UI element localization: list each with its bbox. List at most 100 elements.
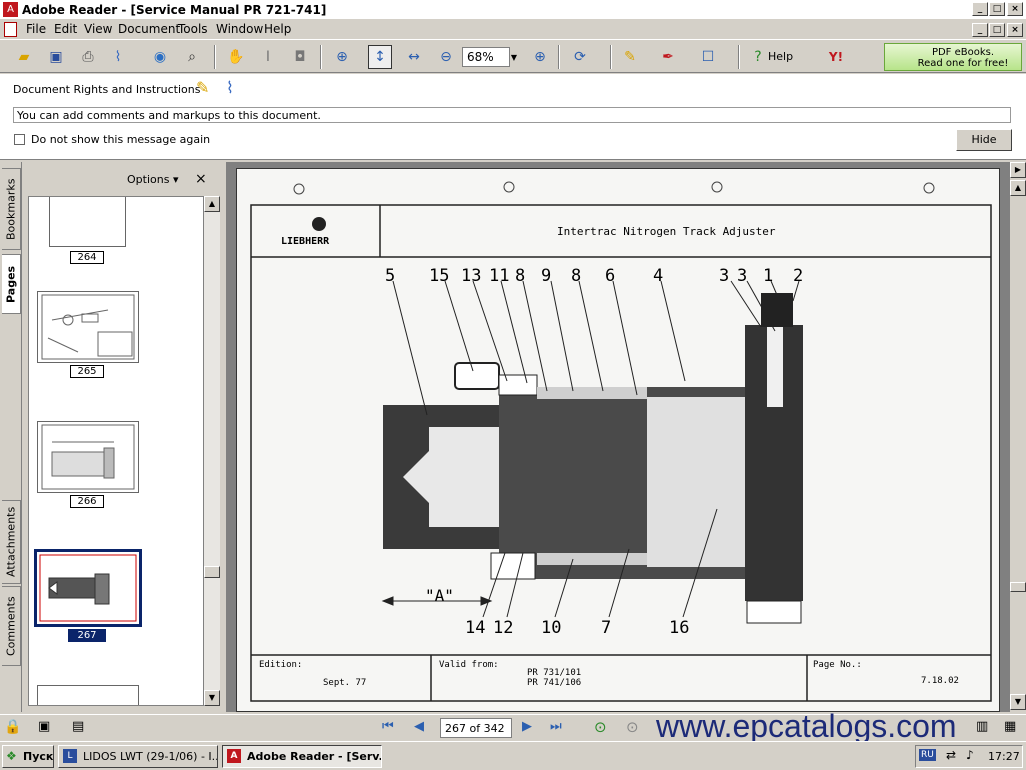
zoom-in-icon[interactable]: ⊕ [330, 45, 354, 69]
email-icon[interactable]: ◉ [148, 45, 172, 69]
zoom-in-plus-icon[interactable]: ⊕ [528, 45, 552, 69]
pdf-page: LIEBHERR Intertrac Nitrogen Track Adjust… [236, 168, 1000, 712]
last-page-icon[interactable]: ⏭ [550, 719, 562, 734]
callout: 2 [793, 266, 803, 286]
zoom-dropdown-icon[interactable]: ▼ [508, 45, 520, 69]
toolbar-separator [558, 45, 560, 69]
scroll-down-icon[interactable]: ▼ [204, 690, 220, 706]
callout: 12 [493, 618, 513, 638]
search-icon[interactable]: ⌕ [180, 45, 204, 69]
menu-file[interactable]: File [26, 22, 46, 36]
toolbar-separator [610, 45, 612, 69]
page-number-field[interactable]: 267 of 342 [440, 718, 512, 738]
callouts-top: 5 15 13 11 8 9 8 6 4 3 3 1 2 [385, 266, 803, 286]
snapshot-icon[interactable]: ◘ [288, 45, 312, 69]
callout: 8 [571, 266, 581, 286]
close-button[interactable]: × [1007, 2, 1023, 16]
help-label[interactable]: Help [768, 50, 793, 63]
callout: 6 [605, 266, 615, 286]
window-title: Adobe Reader - [Service Manual PR 721-74… [22, 3, 327, 17]
tab-bookmarks[interactable]: Bookmarks [2, 168, 21, 250]
menu-help[interactable]: Help [264, 22, 291, 36]
menu-window[interactable]: Window [216, 22, 263, 36]
message-title: Document Rights and Instructions [13, 83, 201, 96]
pages-panel: Options ▾ × 264 265 266 267 ▲ ▼ [22, 162, 222, 712]
page-thumbnail-264[interactable] [49, 197, 126, 247]
facing-view-icon[interactable]: ▥ [976, 719, 988, 734]
scroll-up-icon[interactable]: ▲ [204, 196, 220, 212]
minimize-button[interactable]: _ [972, 2, 988, 16]
tab-comments[interactable]: Comments [2, 586, 21, 666]
forms-icon[interactable]: ☐ [696, 45, 720, 69]
next-page-icon[interactable]: ▶ [522, 719, 532, 734]
page-thumbnail-266[interactable] [37, 421, 139, 493]
document-scrollbar[interactable]: ▶ ▲ ▼ [1010, 162, 1026, 712]
taskbar-task-adobe[interactable]: A Adobe Reader - [Serv... [222, 745, 382, 768]
page-no-value: 7.18.02 [921, 676, 959, 686]
promo-button[interactable]: PDF eBooks. Read one for free! [884, 43, 1022, 71]
menu-bar: File Edit View Document Tools Window Hel… [0, 20, 1026, 39]
save-icon[interactable]: ▣ [44, 45, 68, 69]
callout: 3 [719, 266, 729, 286]
open-icon[interactable]: ▰ [12, 45, 36, 69]
language-indicator[interactable]: RU [919, 749, 936, 761]
fit-page-icon[interactable]: ↕ [368, 45, 392, 69]
page-thumbnail-265[interactable] [37, 291, 139, 363]
previous-page-icon[interactable]: ◀ [414, 719, 424, 734]
page-layout-icon[interactable]: ▤ [72, 719, 84, 734]
hand-icon[interactable]: ✋ [224, 45, 248, 69]
start-label: Пуск [23, 750, 54, 763]
start-button[interactable]: ❖ Пуск [2, 745, 54, 768]
continuous-view-icon[interactable]: ▦ [1004, 719, 1016, 734]
restore-button[interactable]: □ [989, 2, 1005, 16]
yahoo-icon[interactable]: Y! [818, 45, 854, 69]
adobe-icon: A [227, 749, 241, 763]
panel-close-icon[interactable]: × [195, 171, 207, 187]
rotate-icon[interactable]: ⟳ [568, 45, 592, 69]
attach-icon[interactable]: ⌇ [106, 45, 130, 69]
sign-icon[interactable]: ✒ [656, 45, 680, 69]
scroll-up-icon[interactable]: ▲ [1010, 180, 1026, 196]
select-text-icon[interactable]: I [256, 45, 280, 69]
menu-document[interactable]: Document [118, 22, 180, 36]
tab-attachments[interactable]: Attachments [2, 500, 21, 584]
status-bar: 🔒 ▣ ▤ ⏮ ◀ 267 of 342 ▶ ⏭ ⊙ ⊙ www.epcatal… [0, 708, 1026, 744]
dont-show-checkbox[interactable] [14, 134, 25, 145]
doc-minimize-button[interactable]: _ [972, 23, 988, 37]
first-page-icon[interactable]: ⏮ [382, 719, 394, 734]
promo-line-1: PDF eBooks. [931, 47, 995, 58]
page-label-267: 267 [68, 629, 106, 642]
document-message-bar: Document Rights and Instructions ✎ ⌇ You… [0, 74, 1026, 160]
menu-edit[interactable]: Edit [54, 22, 77, 36]
back-icon[interactable]: ⊙ [594, 718, 607, 736]
zoom-input[interactable]: 68% [462, 47, 510, 67]
hide-button[interactable]: Hide [956, 129, 1012, 151]
page-right-icon[interactable]: ▶ [1010, 162, 1026, 178]
fit-width-icon[interactable]: ↔ [402, 45, 426, 69]
system-tray: RU ⇄ ♪ 17:27 [915, 745, 1023, 768]
monitor-icon[interactable]: ▣ [38, 719, 50, 734]
page-thumbnail-268[interactable] [37, 685, 139, 705]
help-icon[interactable]: ? [746, 45, 770, 69]
taskbar-task-lidos[interactable]: L LIDOS LWT (29-1/06) - I... [58, 745, 218, 768]
comment-icon[interactable]: ✎ [618, 45, 642, 69]
print-icon[interactable]: ⎙ [76, 45, 100, 69]
task-label: LIDOS LWT (29-1/06) - I... [83, 750, 218, 763]
toolbar: ▰ ▣ ⎙ ⌇ ◉ ⌕ ✋ I ◘ ⊕ ↕ ↔ ⊖ 68% ▼ ⊕ ⟳ ✎ ✒ … [0, 39, 1026, 73]
scroll-thumb[interactable] [204, 566, 220, 578]
page-thumbnail-267[interactable] [34, 549, 142, 627]
scroll-down-icon[interactable]: ▼ [1010, 694, 1026, 710]
options-menu[interactable]: Options ▾ [127, 173, 178, 186]
menu-view[interactable]: View [84, 22, 112, 36]
volume-icon[interactable]: ♪ [966, 748, 974, 762]
panel-scrollbar[interactable]: ▲ ▼ [204, 196, 220, 706]
network-icon[interactable]: ⇄ [946, 748, 956, 762]
zoom-out-minus-icon[interactable]: ⊖ [434, 45, 458, 69]
menu-tools[interactable]: Tools [178, 22, 208, 36]
scroll-thumb[interactable] [1010, 582, 1026, 592]
tab-pages[interactable]: Pages [2, 254, 21, 314]
doc-close-button[interactable]: × [1007, 23, 1023, 37]
doc-restore-button[interactable]: □ [989, 23, 1005, 37]
callout: 13 [461, 266, 481, 286]
forward-icon[interactable]: ⊙ [626, 718, 639, 736]
